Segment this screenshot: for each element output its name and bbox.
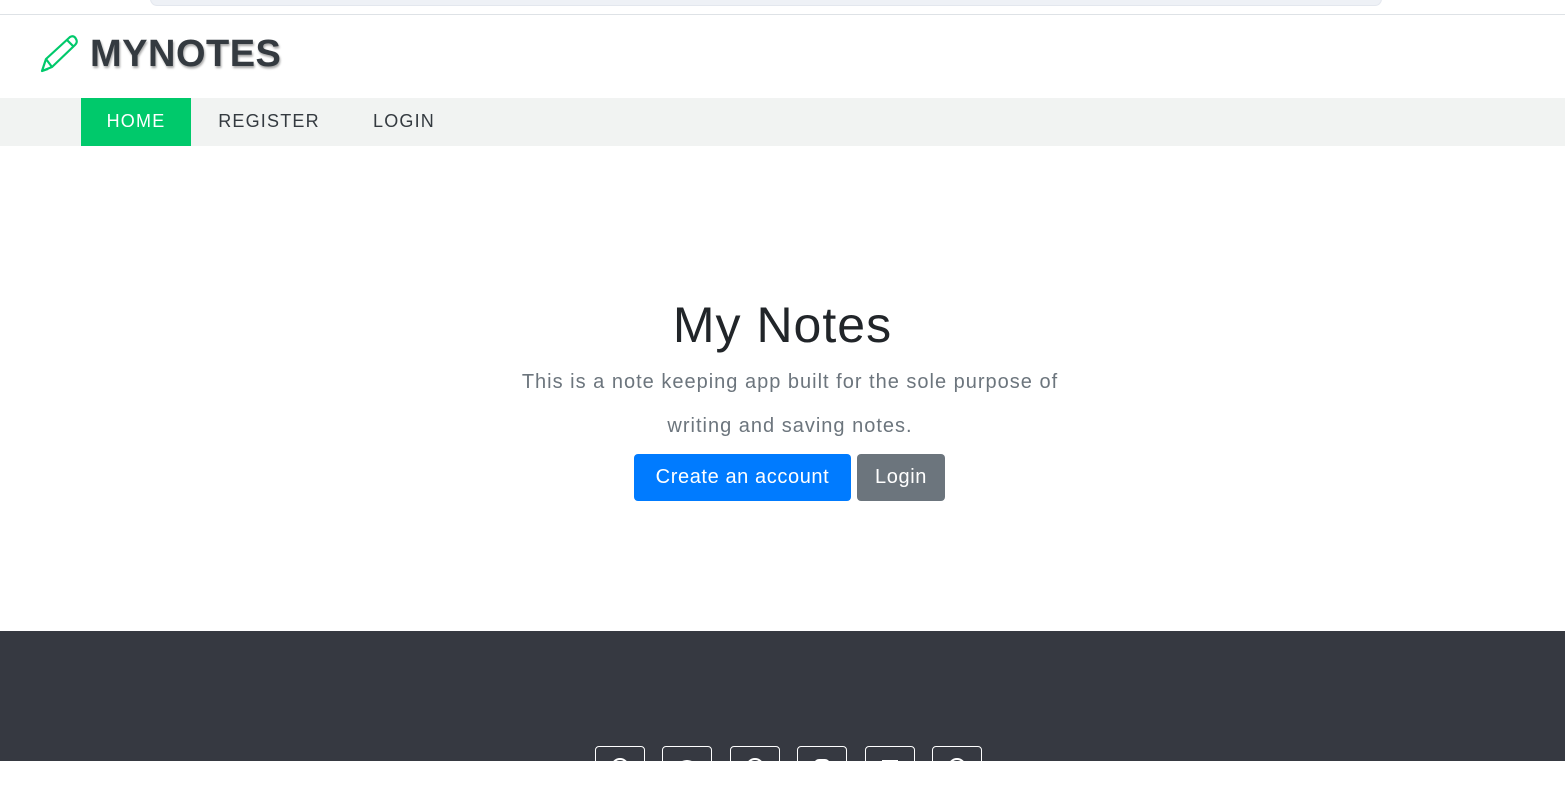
address-bar[interactable] [150,0,1382,6]
create-account-button[interactable]: Create an account [634,454,851,501]
social-button-2[interactable] [662,746,712,786]
footer [0,631,1565,786]
social-icon-1 [611,758,629,776]
social-icon-6 [948,758,966,776]
nav-home[interactable]: HOME [81,98,191,146]
brand[interactable]: MYNOTES [38,32,281,76]
social-button-4[interactable] [797,746,847,786]
nav-login[interactable]: LOGIN [358,98,450,146]
social-button-3[interactable] [730,746,780,786]
nav-register[interactable]: REGISTER [203,98,335,146]
social-button-1[interactable] [595,746,645,786]
login-button[interactable]: Login [857,454,945,501]
social-icon-3 [746,758,764,776]
hero-description-line-2: writing and saving notes. [667,415,913,437]
social-icon-5 [882,760,898,774]
social-icon-2 [678,760,696,765]
social-button-5[interactable] [865,746,915,786]
brand-title: MYNOTES [90,32,282,75]
social-icon-4 [814,759,830,775]
browser-top-strip [0,0,1565,15]
navbar: HOME REGISTER LOGIN [0,98,1565,146]
social-button-6[interactable] [932,746,982,786]
hero-title: My Notes [672,297,893,353]
pencil-icon [40,35,78,73]
hero-description-line-1: This is a note keeping app built for the… [521,371,1059,393]
hero-description: This is a note keeping app built for the… [470,360,1110,448]
